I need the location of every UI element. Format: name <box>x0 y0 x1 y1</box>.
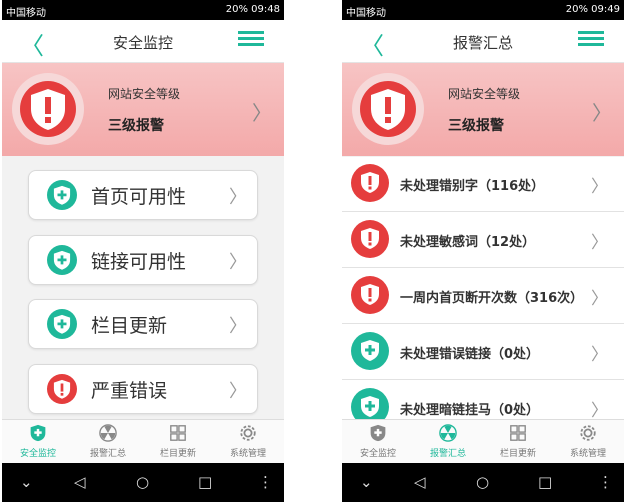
nav-more-icon[interactable]: ⋮ <box>258 473 273 491</box>
bottom-tab-bar: 安全监控 报警汇总 栏目更新 系统管理 <box>2 419 284 464</box>
tab-label: 系统管理 <box>569 449 606 459</box>
plus-shield-icon <box>47 309 77 339</box>
alert-row-label: 未处理暗链挂马（0处） <box>400 403 540 418</box>
grid-icon <box>509 424 527 442</box>
tab-4[interactable]: 系统管理 <box>213 420 283 464</box>
tab-label: 栏目更新 <box>159 449 196 459</box>
alert-row[interactable]: 未处理敏感词（12处） 〉 <box>342 213 624 268</box>
radiation-icon <box>99 424 117 442</box>
alert-list: 未处理错别字（116处）〉未处理敏感词（12处）〉一周内首页断开次数（316次）… <box>342 157 624 436</box>
chevron-right-icon: 〉 <box>229 187 247 208</box>
carrier-label: 中国移动 <box>6 8 46 19</box>
time-label: 09:48 <box>251 4 280 15</box>
alert-row[interactable]: 未处理错别字（116处） 〉 <box>342 157 624 212</box>
menu-icon[interactable] <box>238 31 264 47</box>
tab-4[interactable]: 系统管理 <box>553 420 623 464</box>
alert-shield-icon <box>351 220 389 258</box>
tab-label: 系统管理 <box>229 449 266 459</box>
security-level-value: 三级报警 <box>448 118 504 134</box>
chevron-right-icon: 〉 <box>229 316 247 337</box>
system-nav-bar: ⌄ ◁ ○ □ ⋮ <box>2 463 284 502</box>
menu-card-label: 严重错误 <box>91 380 168 402</box>
tab-label: 报警汇总 <box>429 449 466 459</box>
chevron-right-icon: 〉 <box>591 345 608 365</box>
nav-bar: 〈 报警汇总 <box>342 20 624 63</box>
chevron-right-icon: 〉 <box>229 252 247 273</box>
chevron-right-icon: 〉 <box>252 101 272 125</box>
plus-shield-icon <box>351 332 389 370</box>
tab-2[interactable]: 报警汇总 <box>413 420 483 464</box>
tab-2[interactable]: 报警汇总 <box>73 420 143 464</box>
shield-icon <box>369 424 387 442</box>
phone-screen-alert-summary: 中国移动 20% 09:49 〈 报警汇总 网站安全等级 三级报警 〉 未处理错… <box>342 0 624 502</box>
grid-icon <box>169 424 187 442</box>
phone-screen-security-monitor: 中国移动 20% 09:48 〈 安全监控 网站安全等级 三级报警 〉 首页可用… <box>2 0 284 502</box>
chevron-right-icon: 〉 <box>591 289 608 309</box>
tab-1[interactable]: 安全监控 <box>343 420 413 464</box>
shield-icon <box>29 424 47 442</box>
nav-recent-icon[interactable]: □ <box>538 473 552 491</box>
nav-down-icon[interactable]: ⌄ <box>360 473 373 491</box>
nav-bar: 〈 安全监控 <box>2 20 284 63</box>
plus-shield-icon <box>47 180 77 210</box>
chevron-right-icon: 〉 <box>591 401 608 421</box>
alert-row-label: 未处理错误链接（0处） <box>400 347 540 362</box>
alert-row[interactable]: 未处理错误链接（0处） 〉 <box>342 325 624 380</box>
security-level-label: 网站安全等级 <box>448 87 521 101</box>
status-bar: 中国移动 20% 09:49 <box>342 0 624 20</box>
menu-card-label: 链接可用性 <box>91 251 187 273</box>
nav-recent-icon[interactable]: □ <box>198 473 212 491</box>
security-level-label: 网站安全等级 <box>108 87 181 101</box>
menu-card[interactable]: 链接可用性 〉 <box>28 235 258 285</box>
radiation-icon <box>439 424 457 442</box>
carrier-label: 中国移动 <box>346 8 386 19</box>
bottom-tab-bar: 安全监控 报警汇总 栏目更新 系统管理 <box>342 419 624 464</box>
battery-label: 20% <box>225 4 248 15</box>
menu-card[interactable]: 严重错误 〉 <box>28 364 258 414</box>
alert-shield-icon <box>351 164 389 202</box>
tab-3[interactable]: 栏目更新 <box>143 420 213 464</box>
tab-label: 栏目更新 <box>499 449 536 459</box>
nav-back-icon[interactable]: ◁ <box>414 473 426 491</box>
nav-home-icon[interactable]: ○ <box>136 473 149 491</box>
security-level-banner[interactable]: 网站安全等级 三级报警 〉 <box>2 63 284 156</box>
time-label: 09:49 <box>591 4 620 15</box>
chevron-right-icon: 〉 <box>591 233 608 253</box>
nav-home-icon[interactable]: ○ <box>476 473 489 491</box>
menu-card-label: 栏目更新 <box>91 315 168 337</box>
alert-badge-icon <box>12 73 84 145</box>
nav-down-icon[interactable]: ⌄ <box>20 473 33 491</box>
tab-1[interactable]: 安全监控 <box>3 420 73 464</box>
alert-badge-icon <box>352 73 424 145</box>
tab-label: 安全监控 <box>19 449 56 459</box>
tab-3[interactable]: 栏目更新 <box>483 420 553 464</box>
alert-row[interactable]: 一周内首页断开次数（316次） 〉 <box>342 269 624 324</box>
tab-label: 安全监控 <box>359 449 396 459</box>
tab-label: 报警汇总 <box>89 449 126 459</box>
chevron-right-icon: 〉 <box>229 381 247 402</box>
alert-row-label: 一周内首页断开次数（316次） <box>400 291 584 306</box>
menu-card[interactable]: 栏目更新 〉 <box>28 299 258 349</box>
alert-shield-icon <box>47 374 77 404</box>
menu-card[interactable]: 首页可用性 〉 <box>28 170 258 220</box>
menu-card-label: 首页可用性 <box>91 186 187 208</box>
status-bar: 中国移动 20% 09:48 <box>2 0 284 20</box>
gear-icon <box>239 424 257 442</box>
chevron-right-icon: 〉 <box>591 177 608 197</box>
menu-icon[interactable] <box>578 31 604 47</box>
security-level-value: 三级报警 <box>108 118 164 134</box>
security-level-banner[interactable]: 网站安全等级 三级报警 〉 <box>342 63 624 156</box>
nav-more-icon[interactable]: ⋮ <box>598 473 613 491</box>
chevron-right-icon: 〉 <box>592 101 612 125</box>
battery-label: 20% <box>565 4 588 15</box>
alert-row-label: 未处理错别字（116处） <box>400 179 545 194</box>
alert-row-label: 未处理敏感词（12处） <box>400 235 536 250</box>
nav-back-icon[interactable]: ◁ <box>74 473 86 491</box>
system-nav-bar: ⌄ ◁ ○ □ ⋮ <box>342 463 624 502</box>
plus-shield-icon <box>47 245 77 275</box>
gear-icon <box>579 424 597 442</box>
alert-shield-icon <box>351 276 389 314</box>
